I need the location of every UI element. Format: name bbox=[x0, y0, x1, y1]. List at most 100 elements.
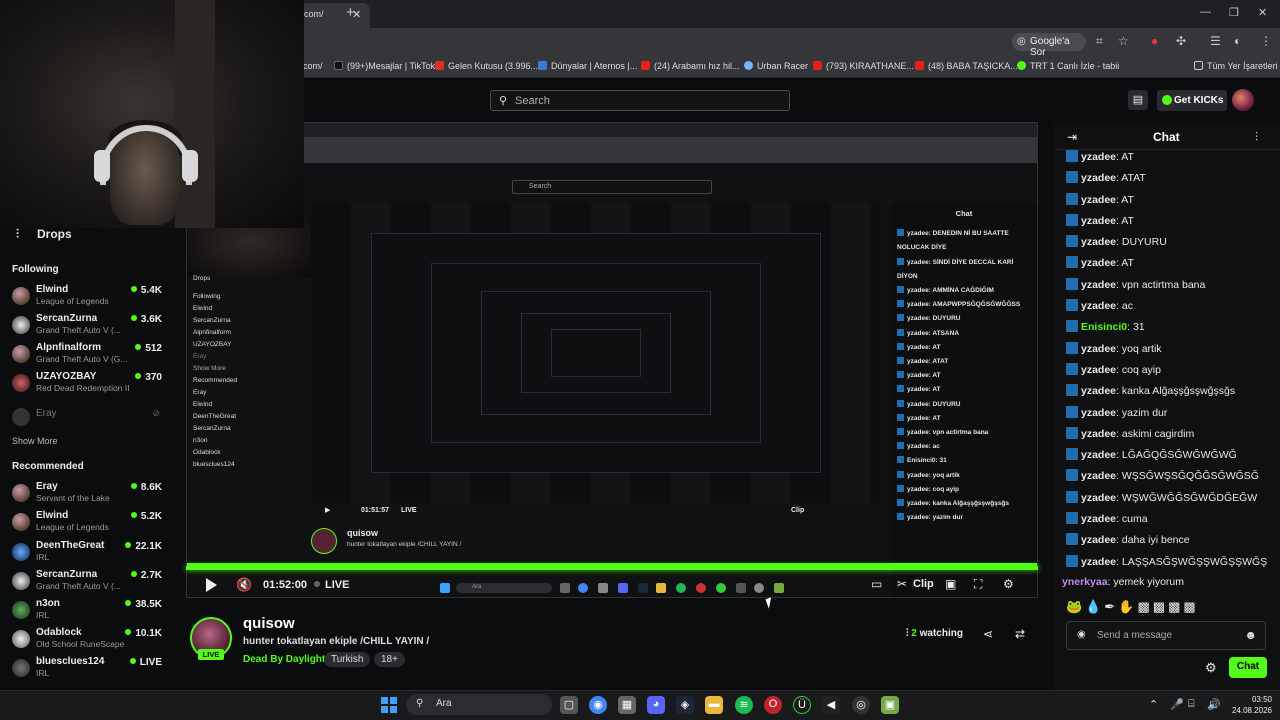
start-windows-icon[interactable] bbox=[381, 697, 397, 713]
store-icon[interactable]: ▦ bbox=[618, 696, 636, 714]
video-player[interactable]: Search Drops Following Elwind SercanZurn… bbox=[186, 122, 1038, 598]
bookmark-item[interactable]: com/ bbox=[303, 61, 323, 71]
bookmark-item[interactable]: (24) Arabamı hız hil... bbox=[641, 61, 740, 71]
browser-tab[interactable]: com/ ✕ bbox=[300, 3, 370, 28]
emote-icon[interactable]: ✋ bbox=[1118, 599, 1137, 614]
sidebar-channel-uzayozbay[interactable]: UZAYOZBAY Red Dead Redemption II 370 bbox=[12, 371, 162, 397]
more-options-icon[interactable]: ⇄ bbox=[1015, 627, 1025, 641]
app-icon[interactable]: ▣ bbox=[881, 696, 899, 714]
tray-chevron-icon[interactable]: ⌃ bbox=[1149, 698, 1158, 711]
emote-icon[interactable]: ▩ bbox=[1137, 599, 1152, 614]
sidebar-channel-n3on[interactable]: n3on IRL 38.5K bbox=[12, 598, 162, 624]
emote-icon[interactable]: ▩ bbox=[1153, 599, 1168, 614]
sidebar-channel-sercanzurna[interactable]: SercanZurna Grand Theft Auto V (... 2.7K bbox=[12, 569, 162, 595]
chat-username[interactable]: yzadee bbox=[1081, 343, 1116, 355]
extension-icon[interactable]: ● bbox=[1151, 34, 1158, 48]
user-avatar[interactable] bbox=[1232, 89, 1254, 111]
sidebar-channel-deenthegreat[interactable]: DeenTheGreat IRL 22.1K bbox=[12, 540, 162, 566]
emoji-icon[interactable]: ☻ bbox=[1244, 628, 1257, 642]
chat-username[interactable]: yzadee bbox=[1081, 172, 1116, 184]
bookmark-item[interactable]: (48) BABA TAŞICKA... bbox=[915, 61, 1018, 71]
chat-username[interactable]: yzadee bbox=[1081, 385, 1116, 397]
chat-username[interactable]: yzadee bbox=[1081, 236, 1116, 248]
show-more-link[interactable]: Show More bbox=[12, 436, 58, 446]
google-ask-button[interactable]: ◎ Google'a Sor bbox=[1012, 33, 1086, 58]
live-progress-bar[interactable] bbox=[186, 566, 1038, 570]
menu-kebab-icon[interactable]: ⋮ bbox=[1260, 34, 1272, 48]
taskbar-search[interactable]: ⚲ Ara bbox=[406, 694, 552, 715]
chat-username[interactable]: yzadee bbox=[1081, 215, 1116, 227]
media-icon[interactable]: ☰ bbox=[1210, 34, 1221, 48]
steam-icon[interactable]: ◈ bbox=[676, 696, 694, 714]
sidebar-channel-eray[interactable]: Eray Servant of the Lake 8.6K bbox=[12, 481, 162, 507]
chat-username[interactable]: yzadee bbox=[1081, 470, 1116, 482]
sidebar-channel-sercanzurna[interactable]: SercanZurna Grand Theft Auto V (... 3.6K bbox=[12, 313, 162, 339]
chat-username[interactable]: yzadee bbox=[1081, 279, 1116, 291]
collapse-chat-icon[interactable]: ⇥ bbox=[1067, 130, 1077, 144]
discord-icon[interactable]: ◕ bbox=[647, 696, 665, 714]
fullscreen-icon[interactable]: ⛶ bbox=[974, 577, 982, 592]
chat-username[interactable]: yzadee bbox=[1081, 492, 1116, 504]
bookmark-item[interactable]: Urban Racer bbox=[744, 61, 808, 71]
chat-username[interactable]: yzadee bbox=[1081, 194, 1116, 206]
sidebar-channel-alpnfinalform[interactable]: Alpnfinalform Grand Theft Auto V (G... 512 bbox=[12, 342, 162, 368]
speaker-icon[interactable]: 🔊 bbox=[1207, 698, 1221, 711]
all-bookmarks[interactable]: Tüm Yer İşaretleri bbox=[1194, 61, 1278, 71]
emote-icon[interactable]: ✒ bbox=[1104, 599, 1118, 614]
chat-send-button[interactable]: Chat bbox=[1229, 657, 1267, 678]
chat-username[interactable]: yzadee bbox=[1081, 428, 1116, 440]
chat-username[interactable]: yzadee bbox=[1081, 300, 1116, 312]
clip-button[interactable]: Clip bbox=[913, 578, 934, 590]
app-icon[interactable]: Ü bbox=[793, 696, 811, 714]
chat-username[interactable]: yzadee bbox=[1081, 513, 1116, 525]
profile-icon[interactable]: ◐ bbox=[1234, 34, 1241, 48]
emote-bar[interactable]: 🐸💧✒✋▩▩▩▩ bbox=[1066, 599, 1266, 617]
sidebar-channel-bluesclues124[interactable]: bluesclues124 IRL LIVE bbox=[12, 656, 162, 682]
volume-muted-icon[interactable]: 🔇 bbox=[236, 577, 252, 593]
taskbar-clock[interactable]: 03:50 24.08.2026 bbox=[1228, 694, 1272, 716]
sidebar-channel-elwind[interactable]: Elwind League of Legends 5.4K bbox=[12, 284, 162, 310]
tag-turkish[interactable]: Turkish bbox=[324, 652, 371, 667]
translate-icon[interactable]: ⌗ bbox=[1096, 34, 1103, 49]
share-icon[interactable]: ⋖ bbox=[983, 627, 993, 641]
emote-icon[interactable]: ▩ bbox=[1183, 599, 1198, 614]
sidebar-channel-elwind[interactable]: Elwind League of Legends 5.2K bbox=[12, 510, 162, 536]
app-icon[interactable]: ◀ bbox=[822, 696, 840, 714]
app-icon[interactable]: ◎ bbox=[852, 696, 870, 714]
chat-message-input[interactable]: ◉ Send a message ☻ bbox=[1066, 621, 1266, 650]
new-tab-button[interactable]: + bbox=[346, 4, 355, 21]
chat-username[interactable]: yzadee bbox=[1081, 364, 1116, 376]
drops-link[interactable]: Drops bbox=[37, 227, 72, 241]
tag-18plus[interactable]: 18+ bbox=[374, 652, 405, 667]
chat-users-icon[interactable]: ⫶ bbox=[1255, 130, 1258, 145]
bookmark-item[interactable]: Gelen Kutusu (3.996... bbox=[435, 61, 538, 71]
chrome-icon[interactable]: ◉ bbox=[589, 696, 607, 714]
file-explorer-icon[interactable]: ▬ bbox=[705, 696, 723, 714]
chat-username[interactable]: yzadee bbox=[1081, 556, 1116, 568]
emote-icon[interactable]: ▩ bbox=[1168, 599, 1183, 614]
library-icon[interactable]: ▤ bbox=[1128, 90, 1148, 110]
chat-username[interactable]: yzadee bbox=[1081, 407, 1116, 419]
theater-mode-icon[interactable]: ▭ bbox=[871, 577, 882, 591]
bookmark-item[interactable]: (793) KIRAATHANE... bbox=[813, 61, 914, 71]
opera-icon[interactable]: O bbox=[764, 696, 782, 714]
task-view-icon[interactable]: ▢ bbox=[560, 696, 578, 714]
settings-gear-icon[interactable]: ⚙ bbox=[1003, 577, 1014, 591]
sidebar-channel-offline[interactable]: Eray ⊘ bbox=[12, 405, 162, 431]
get-kicks-button[interactable]: Get KICKs bbox=[1157, 90, 1227, 111]
search-input[interactable]: ⚲ Search bbox=[490, 90, 790, 111]
bookmark-item[interactable]: (99+)Mesajlar | TikTok bbox=[334, 61, 435, 71]
close-window-icon[interactable]: ✕ bbox=[1258, 6, 1267, 19]
maximize-icon[interactable]: ❐ bbox=[1229, 6, 1239, 19]
stream-category[interactable]: Dead By Daylight bbox=[243, 654, 325, 665]
picture-in-picture-icon[interactable]: ▣ bbox=[945, 577, 956, 591]
minimize-icon[interactable]: — bbox=[1200, 6, 1211, 18]
emote-icon[interactable]: 🐸 bbox=[1066, 599, 1085, 614]
bookmark-item[interactable]: Dünyalar | Aternos |... bbox=[538, 61, 637, 71]
chat-username[interactable]: ynerkyaa bbox=[1062, 576, 1108, 588]
spotify-icon[interactable]: ≋ bbox=[735, 696, 753, 714]
chat-username[interactable]: yzadee bbox=[1081, 151, 1116, 163]
bookmark-item[interactable]: TRT 1 Canlı İzle - tabii bbox=[1017, 61, 1119, 71]
chat-username[interactable]: yzadee bbox=[1081, 534, 1116, 546]
emote-icon[interactable]: 💧 bbox=[1085, 599, 1104, 614]
